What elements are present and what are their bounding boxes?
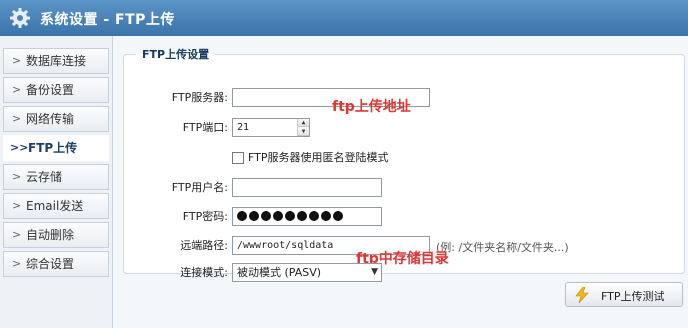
chevron-right-icon: >: [12, 228, 22, 241]
sidebar-item-label: 云存储: [26, 170, 63, 184]
remote-path-hint: (例: /文件夹名称/文件夹...): [436, 241, 569, 254]
sidebar-item-backup[interactable]: > 备份设置: [3, 77, 109, 103]
connect-mode-label: 连接模式:: [180, 266, 228, 279]
chevron-down-icon: ▼: [371, 267, 378, 277]
connect-mode-value: 被动模式 (PASV): [237, 266, 322, 279]
chevron-right-icon: >: [12, 54, 22, 67]
content-panel: FTP上传设置 FTP服务器: ftp上传地址 FTP端口: 21 ▲ ▼ FT…: [113, 36, 688, 328]
sidebar-item-label: 数据库连接: [26, 54, 87, 68]
group-legend: FTP上传设置: [142, 48, 210, 61]
chevron-right-icon: >: [12, 199, 22, 212]
ftp-settings-group: FTP上传设置 FTP服务器: ftp上传地址 FTP端口: 21 ▲ ▼ FT…: [123, 46, 685, 282]
ftp-port-input[interactable]: 21 ▲ ▼: [232, 118, 310, 137]
port-label: FTP端口:: [182, 121, 228, 134]
double-chevron-right-icon: >>: [10, 141, 29, 154]
remote-path-label: 远端路径:: [180, 239, 228, 252]
sidebar-item-label: 自动删除: [26, 228, 75, 242]
lightning-icon: [575, 287, 589, 303]
server-annotation: ftp上传地址: [332, 99, 411, 115]
sidebar-item-label: 备份设置: [26, 83, 75, 97]
stepper-down-icon[interactable]: ▼: [298, 127, 309, 136]
port-value: 21: [237, 122, 250, 133]
username-label: FTP用户名:: [171, 181, 228, 194]
chevron-right-icon: >: [12, 257, 22, 270]
sidebar-item-email[interactable]: > Email发送: [3, 193, 109, 219]
title-bar: 系统设置 - FTP上传: [0, 0, 688, 36]
stepper-up-icon[interactable]: ▲: [298, 119, 309, 127]
gear-icon: [10, 8, 30, 28]
sidebar-item-general[interactable]: > 综合设置: [3, 251, 109, 277]
sidebar-item-auto-delete[interactable]: > 自动删除: [3, 222, 109, 248]
sidebar-item-label: FTP上传: [28, 141, 78, 155]
ftp-test-button[interactable]: FTP上传测试: [565, 282, 683, 307]
sidebar-item-ftp[interactable]: >> FTP上传: [3, 135, 109, 161]
sidebar-item-network[interactable]: > 网络传输: [3, 106, 109, 132]
server-label: FTP服务器:: [171, 91, 228, 104]
connect-mode-select[interactable]: 被动模式 (PASV) ▼: [232, 263, 382, 282]
anonymous-label: FTP服务器使用匿名登陆模式: [248, 151, 389, 164]
sidebar-item-cloud[interactable]: > 云存储: [3, 164, 109, 190]
ftp-username-input[interactable]: [232, 178, 382, 197]
chevron-right-icon: >: [12, 112, 22, 125]
port-stepper[interactable]: ▲ ▼: [297, 119, 309, 136]
chevron-right-icon: >: [12, 170, 22, 183]
anonymous-checkbox[interactable]: [232, 152, 244, 164]
sidebar-item-label: 综合设置: [26, 257, 75, 271]
page-title: 系统设置 - FTP上传: [40, 12, 175, 28]
chevron-right-icon: >: [12, 83, 22, 96]
ftp-test-label: FTP上传测试: [601, 290, 665, 303]
ftp-password-input[interactable]: [232, 207, 382, 226]
password-label: FTP密码:: [182, 210, 228, 223]
sidebar-item-label: Email发送: [26, 199, 84, 213]
sidebar-item-database[interactable]: > 数据库连接: [3, 48, 109, 74]
sidebar-item-label: 网络传输: [26, 112, 75, 126]
sidebar: > 数据库连接 > 备份设置 > 网络传输 >> FTP上传 > 云存储 > E…: [0, 36, 113, 328]
password-mask: [237, 211, 343, 221]
